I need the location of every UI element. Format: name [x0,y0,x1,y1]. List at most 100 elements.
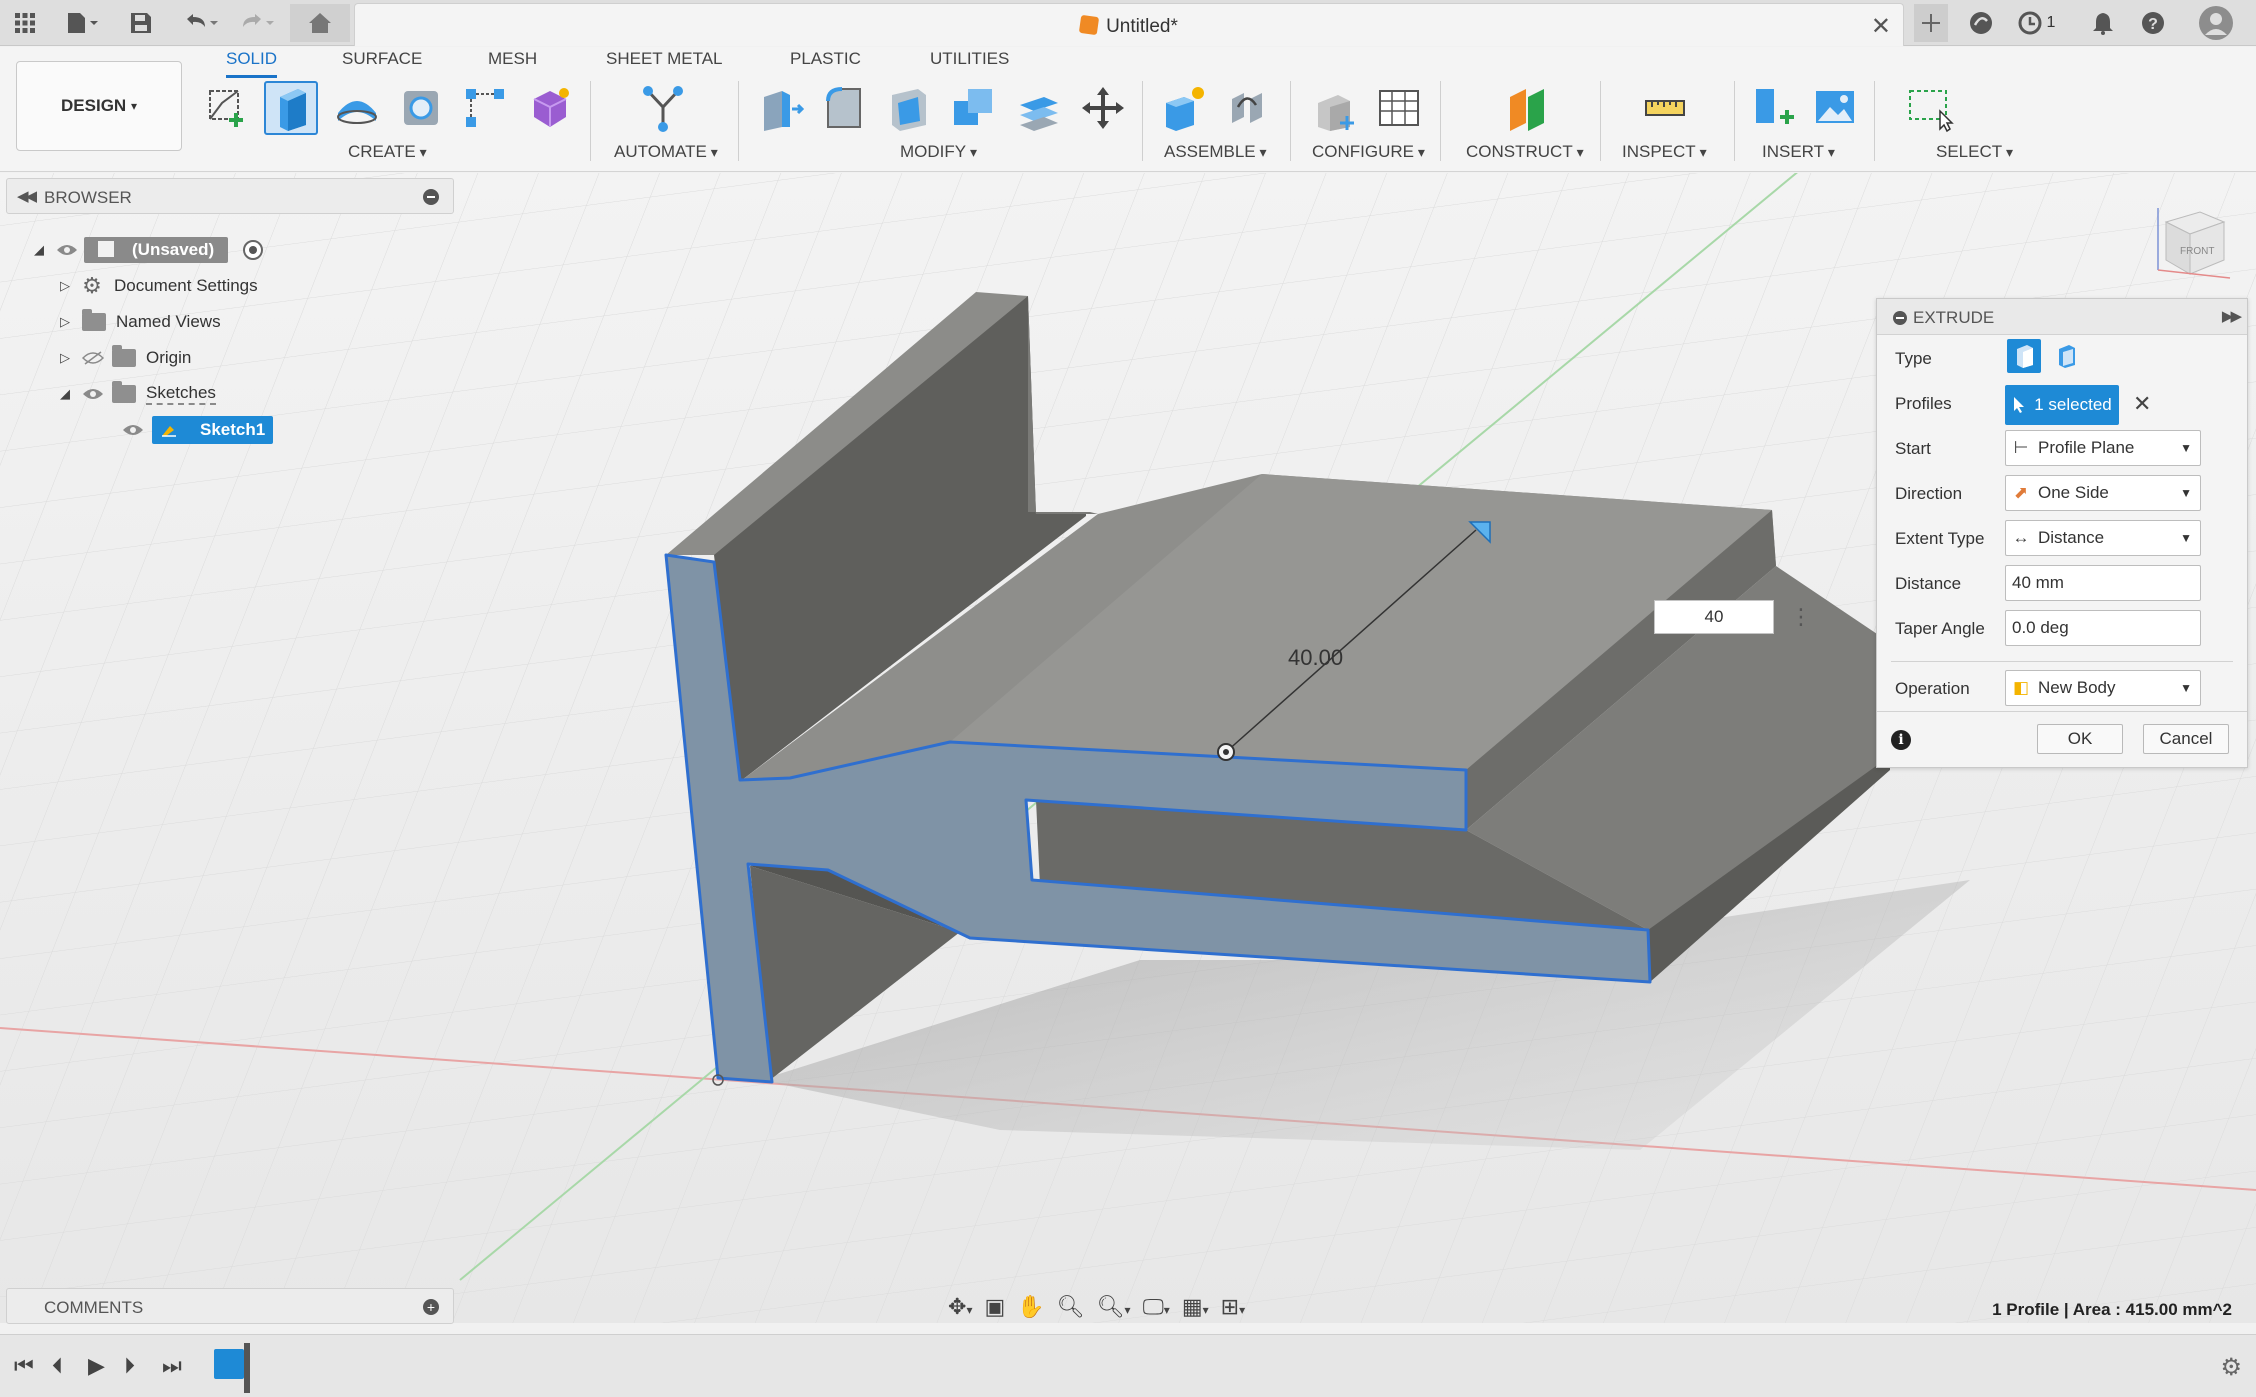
combine-tool[interactable] [946,81,1000,135]
ok-button[interactable]: OK [2037,724,2123,754]
look-at-icon[interactable]: ▣ [984,1294,1005,1320]
extent-type-dropdown[interactable]: ↔ Distance ▼ [2005,520,2201,556]
zoom-icon[interactable]: 🔍︎ [1057,1294,1085,1320]
form-tool[interactable] [522,81,576,135]
fit-zoom-icon[interactable]: 🔍︎▾ [1097,1294,1131,1320]
timeline-last-icon[interactable]: ⏭ [162,1353,182,1379]
tab-mesh[interactable]: MESH [488,49,537,75]
view-cube[interactable]: FRONT [2152,200,2232,280]
fillet-tool[interactable] [818,81,872,135]
joint-tool[interactable] [1220,81,1274,135]
offset-plane-tool[interactable] [1500,81,1554,135]
tab-plastic[interactable]: PLASTIC [790,49,861,75]
expand-triangle-icon[interactable]: ▷ [60,278,74,294]
create-sketch-tool[interactable] [200,81,254,135]
collapse-triangle-icon[interactable]: ◢ [60,386,74,402]
activate-radio-icon[interactable] [242,239,264,261]
document-tab[interactable]: Untitled* ✕ [354,3,1904,46]
clear-selection-icon[interactable]: ✕ [2133,391,2151,417]
cancel-button[interactable]: Cancel [2143,724,2229,754]
configure-model-tool[interactable] [1308,81,1362,135]
workspace-switcher[interactable]: DESIGN ▾ [16,61,182,151]
automate-group-label[interactable]: AUTOMATE [614,142,718,162]
distance-options-icon[interactable]: ⋮ [1790,604,1812,630]
expand-triangle-icon[interactable]: ▷ [60,314,74,330]
file-menu-icon[interactable] [58,8,104,38]
redo-icon[interactable] [232,8,278,38]
apps-grid-icon[interactable] [10,8,40,38]
move-copy-tool[interactable] [1076,81,1130,135]
offset-face-tool[interactable] [1012,81,1066,135]
notifications-bell-icon[interactable] [2088,8,2118,38]
info-icon[interactable]: i [1891,730,1911,750]
extensions-icon[interactable] [1966,8,1996,38]
expand-triangle-icon[interactable]: ▷ [60,350,74,366]
modify-group-label[interactable]: MODIFY [900,142,977,162]
user-avatar-icon[interactable] [2196,6,2236,40]
inspect-group-label[interactable]: INSPECT [1622,142,1707,162]
window-select-tool[interactable] [1902,81,1956,135]
automate-tool[interactable] [636,81,690,135]
help-icon[interactable]: ? [2138,8,2168,38]
grid-snaps-icon[interactable]: ▦▾ [1182,1294,1209,1320]
save-icon[interactable] [126,8,156,38]
comments-panel[interactable]: COMMENTS + [6,1288,454,1324]
timeline-previous-icon[interactable]: ⏴ [52,1353,63,1379]
visibility-eye-icon[interactable] [82,387,104,401]
collapse-triangle-icon[interactable]: ◢ [34,242,48,258]
tab-surface[interactable]: SURFACE [342,49,422,75]
sketch1-chip[interactable]: Sketch1 [152,416,274,444]
select-group-label[interactable]: SELECT [1936,142,2013,162]
tree-item-named-views[interactable]: ▷ Named Views [60,306,221,338]
timeline-first-icon[interactable]: ⏮ [14,1353,34,1379]
revolve-tool[interactable] [330,81,384,135]
browser-header[interactable]: ◀◀ BROWSER [6,178,454,214]
new-component-tool[interactable] [1156,81,1210,135]
tree-item-sketches[interactable]: ◢ Sketches [60,378,216,410]
assemble-group-label[interactable]: ASSEMBLE [1164,142,1267,162]
timeline-play-icon[interactable]: ▶ [88,1353,105,1379]
profiles-selection-chip[interactable]: 1 selected [2005,385,2119,425]
tree-root-unsaved[interactable]: ◢ (Unsaved) [34,234,264,266]
shell-tool[interactable] [882,81,936,135]
new-tab-icon[interactable] [1914,4,1948,42]
create-group-label[interactable]: CREATE [348,142,427,162]
operation-dropdown[interactable]: ◧ New Body ▼ [2005,670,2201,706]
extrude-tool[interactable] [264,81,318,135]
tab-sheet-metal[interactable]: SHEET METAL [606,49,723,75]
type-thin-button[interactable] [2049,339,2083,373]
pan-hand-icon[interactable]: ✋ [1017,1294,1044,1320]
tab-solid[interactable]: SOLID [226,49,278,78]
add-comment-icon[interactable]: + [423,1299,439,1315]
taper-angle-field[interactable]: 0.0 deg [2005,610,2201,646]
distance-input-box[interactable]: 40 [1654,600,1774,634]
collapse-browser-icon[interactable]: ◀◀ [17,187,37,205]
measure-tool[interactable] [1638,81,1692,135]
orbit-icon[interactable]: ✥▾ [948,1294,972,1320]
pattern-tool[interactable] [458,81,512,135]
timeline-next-icon[interactable]: ⏵ [124,1353,135,1379]
viewports-icon[interactable]: ⊞▾ [1221,1294,1245,1320]
direction-dropdown[interactable]: ⬈ One Side ▼ [2005,475,2201,511]
construct-group-label[interactable]: CONSTRUCT [1466,142,1584,162]
insert-group-label[interactable]: INSERT [1762,142,1835,162]
press-pull-tool[interactable] [752,81,806,135]
tab-utilities[interactable]: UTILITIES [930,49,1009,75]
hole-tool[interactable] [394,81,448,135]
undo-icon[interactable] [176,8,222,38]
visibility-eye-icon[interactable] [122,423,144,437]
expand-dialog-icon[interactable]: ▶▶ [2222,307,2242,325]
tree-item-origin[interactable]: ▷ Origin [60,342,191,374]
visibility-eye-icon[interactable] [56,243,78,257]
collapse-dialog-icon[interactable] [1893,311,1907,325]
insert-derive-tool[interactable] [1746,81,1800,135]
minimize-browser-icon[interactable] [423,189,439,205]
distance-field[interactable]: 40 mm [2005,565,2201,601]
tree-item-document-settings[interactable]: ▷ ⚙ Document Settings [60,270,258,302]
timeline-marker[interactable] [244,1343,250,1393]
hidden-eye-icon[interactable] [82,351,104,365]
start-dropdown[interactable]: ⊢ Profile Plane ▼ [2005,430,2201,466]
timeline-sketch-feature[interactable] [214,1349,244,1379]
job-status-icon[interactable]: 1 [2014,8,2058,38]
type-solid-button[interactable] [2007,339,2041,373]
